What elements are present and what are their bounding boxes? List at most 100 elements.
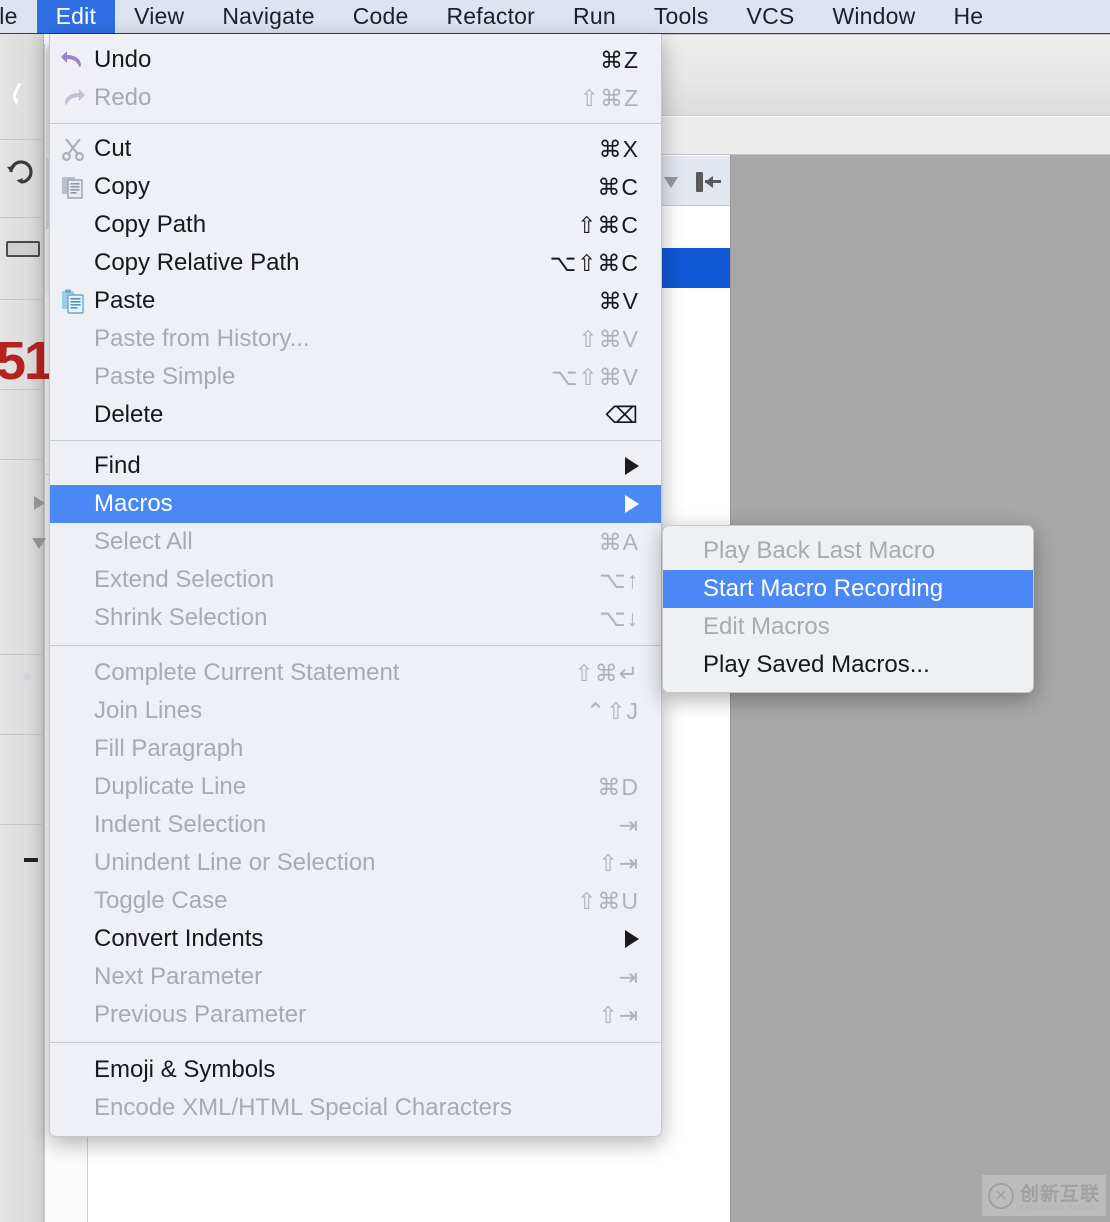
- menu-item-undo[interactable]: Undo ⌘Z: [50, 41, 661, 79]
- menu-item-previous-parameter[interactable]: Previous Parameter ⇧⇥: [50, 996, 661, 1034]
- menubar-item-view[interactable]: View: [115, 0, 203, 33]
- menu-item-unindent-line-or-selection[interactable]: Unindent Line or Selection ⇧⇥: [50, 844, 661, 882]
- menu-item-emoji-and-symbols[interactable]: Emoji & Symbols: [50, 1051, 661, 1089]
- menu-item-paste-from-history[interactable]: Paste from History... ⇧⌘V: [50, 320, 661, 358]
- menu-separator: [50, 1042, 661, 1043]
- watermark-logo-icon: [987, 1182, 1014, 1209]
- menu-item-convert-indents[interactable]: Convert Indents: [50, 920, 661, 958]
- menu-item-select-all[interactable]: Select All ⌘A: [50, 523, 661, 561]
- menu-item-redo[interactable]: Redo ⇧⌘Z: [50, 79, 661, 117]
- menu-item-copy-relative-path[interactable]: Copy Relative Path ⌥⇧⌘C: [50, 244, 661, 282]
- menu-item-label: Play Saved Macros...: [703, 651, 930, 678]
- menu-item-paste-simple[interactable]: Paste Simple ⌥⇧⌘V: [50, 358, 661, 396]
- menu-item-label: Previous Parameter: [94, 1001, 307, 1028]
- menu-item-shrink-selection[interactable]: Shrink Selection ⌥↓: [50, 599, 661, 637]
- menu-item-label: Paste from History...: [94, 325, 310, 352]
- menu-item-encode-xml-html-special-characters[interactable]: Encode XML/HTML Special Characters: [50, 1089, 661, 1127]
- menu-item-shortcut: ⇧⌘Z: [579, 84, 639, 111]
- refresh-icon[interactable]: [6, 156, 49, 186]
- menu-bar: ile Edit View Navigate Code Refactor Run…: [0, 0, 1110, 34]
- menu-item-label: Next Parameter: [94, 963, 263, 990]
- menu-item-join-lines[interactable]: Join Lines ⌃⇧J: [50, 692, 661, 730]
- menu-item-label: Redo: [94, 84, 152, 111]
- menu-item-label: Undo: [94, 46, 152, 73]
- menubar-item-refactor[interactable]: Refactor: [428, 0, 555, 33]
- menu-item-label: Copy Path: [94, 211, 207, 238]
- menu-item-complete-current-statement[interactable]: Complete Current Statement ⇧⌘↵: [50, 654, 661, 692]
- menu-item-delete[interactable]: Delete ⌫: [50, 396, 661, 434]
- menu-item-copy-path[interactable]: Copy Path ⇧⌘C: [50, 206, 661, 244]
- menu-item-duplicate-line[interactable]: Duplicate Line ⌘D: [50, 768, 661, 806]
- error-count-label: 51: [0, 331, 54, 391]
- menubar-item-vcs[interactable]: VCS: [728, 0, 814, 33]
- menu-item-label: Encode XML/HTML Special Characters: [94, 1094, 512, 1121]
- menubar-item-help[interactable]: He: [934, 0, 1002, 33]
- menu-item-label: Complete Current Statement: [94, 659, 400, 686]
- menu-item-label: Join Lines: [94, 697, 203, 724]
- submenu-item-start-macro-recording[interactable]: Start Macro Recording: [663, 570, 1033, 608]
- menu-item-label: Duplicate Line: [94, 773, 247, 800]
- menu-item-shortcut: ⌘A: [598, 528, 639, 555]
- submenu-item-play-back-last-macro[interactable]: Play Back Last Macro: [663, 532, 1033, 570]
- menu-item-shortcut: ⌘X: [598, 135, 639, 162]
- menu-item-label: Convert Indents: [94, 925, 264, 952]
- hide-panel-icon[interactable]: [696, 170, 722, 194]
- menubar-item-file[interactable]: ile: [0, 0, 37, 33]
- collapse-down-icon[interactable]: [32, 538, 46, 549]
- menu-item-cut[interactable]: Cut ⌘X: [50, 130, 661, 168]
- menu-item-label: Start Macro Recording: [703, 575, 944, 602]
- menubar-item-navigate[interactable]: Navigate: [203, 0, 333, 33]
- menu-item-next-parameter[interactable]: Next Parameter ⇥: [50, 958, 661, 996]
- menu-item-label: Copy: [94, 173, 151, 200]
- menu-item-shortcut: ⇧⇥: [598, 849, 639, 876]
- menubar-item-window[interactable]: Window: [813, 0, 934, 33]
- submenu-arrow-icon: [625, 457, 639, 475]
- menu-item-find[interactable]: Find: [50, 447, 661, 485]
- edit-dropdown-menu: Undo ⌘Z Redo ⇧⌘Z Cut ⌘X Copy ⌘C Copy Pat…: [49, 34, 662, 1137]
- menu-item-shortcut: ⌃⇧J: [585, 697, 639, 724]
- menu-separator: [50, 123, 661, 124]
- chevron-down-icon[interactable]: [664, 176, 678, 188]
- minus-icon: [24, 858, 38, 862]
- terminal-icon[interactable]: [6, 241, 40, 257]
- expand-right-icon[interactable]: [34, 496, 45, 510]
- menu-item-shortcut: ⌘C: [597, 173, 639, 200]
- menu-item-label: Macros: [94, 490, 173, 517]
- menu-item-label: Find: [94, 452, 141, 479]
- menu-item-label: Cut: [94, 135, 132, 162]
- menu-item-macros[interactable]: Macros: [50, 485, 661, 523]
- menu-item-shortcut: ⌘Z: [599, 46, 639, 73]
- menu-item-label: Emoji & Symbols: [94, 1056, 276, 1083]
- menu-item-shortcut: ⌘D: [597, 773, 639, 800]
- undo-icon: [60, 47, 86, 73]
- cut-icon: [60, 136, 86, 162]
- menubar-item-edit[interactable]: Edit: [36, 0, 116, 33]
- menubar-item-tools[interactable]: Tools: [635, 0, 728, 33]
- menu-item-shortcut: ⇧⇥: [598, 1001, 639, 1028]
- menu-item-label: Toggle Case: [94, 887, 228, 914]
- paste-icon: [60, 288, 86, 314]
- watermark-text: 创新互联: [1019, 1184, 1100, 1205]
- menu-item-label: Copy Relative Path: [94, 249, 300, 276]
- menu-item-label: Edit Macros: [703, 613, 830, 640]
- menu-item-extend-selection[interactable]: Extend Selection ⌥↑: [50, 561, 661, 599]
- menu-item-shortcut: ⌥⇧⌘C: [549, 249, 639, 276]
- menu-item-copy[interactable]: Copy ⌘C: [50, 168, 661, 206]
- menu-item-label: Fill Paragraph: [94, 735, 244, 762]
- menu-item-paste[interactable]: Paste ⌘V: [50, 282, 661, 320]
- menu-item-fill-paragraph[interactable]: Fill Paragraph: [50, 730, 661, 768]
- menu-item-shortcut: ⌥⇧⌘V: [550, 363, 639, 390]
- menu-item-label: Paste Simple: [94, 363, 236, 390]
- menu-item-shortcut: ⌘V: [598, 287, 639, 314]
- menubar-item-run[interactable]: Run: [554, 0, 635, 33]
- menu-separator: [50, 440, 661, 441]
- menu-item-label: Shrink Selection: [94, 604, 268, 631]
- menubar-item-code[interactable]: Code: [334, 0, 428, 33]
- menu-item-indent-selection[interactable]: Indent Selection ⇥: [50, 806, 661, 844]
- submenu-item-edit-macros[interactable]: Edit Macros: [663, 608, 1033, 646]
- menu-item-shortcut: ⌥↓: [598, 604, 639, 631]
- menu-item-shortcut: ⇧⌘↵: [574, 659, 639, 686]
- menu-item-toggle-case[interactable]: Toggle Case ⇧⌘U: [50, 882, 661, 920]
- submenu-item-play-saved-macros[interactable]: Play Saved Macros...: [663, 646, 1033, 684]
- menu-separator: [50, 645, 661, 646]
